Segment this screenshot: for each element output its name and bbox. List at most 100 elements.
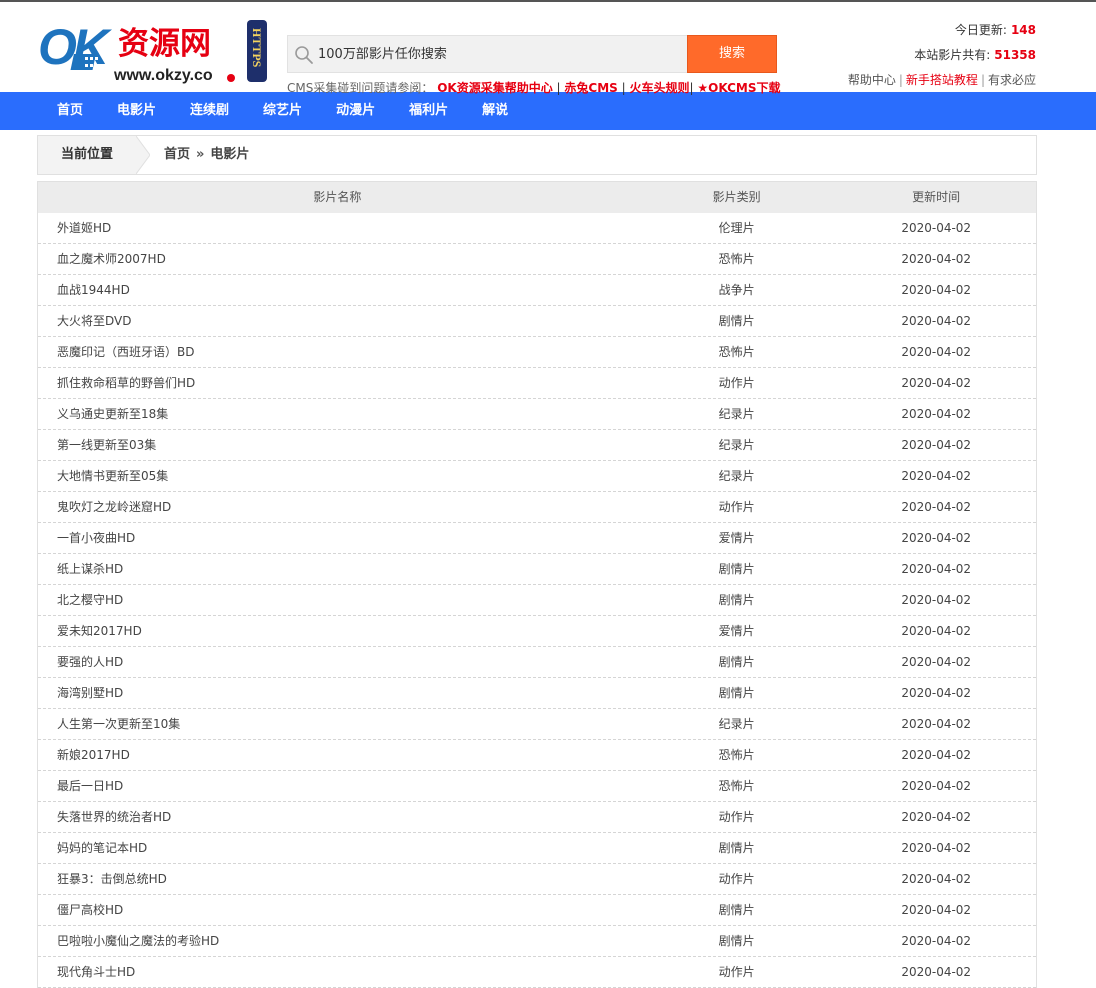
table-row[interactable]: 一首小夜曲HD 爱情片 2020-04-02 bbox=[38, 523, 1036, 554]
table-row[interactable]: 纸上谋杀HD 剧情片 2020-04-02 bbox=[38, 554, 1036, 585]
movie-title[interactable]: 血战1944HD bbox=[38, 275, 637, 305]
main-nav: 首页 电影片 连续剧 综艺片 动漫片 福利片 解说 bbox=[0, 92, 1096, 130]
movie-title[interactable]: 失落世界的统治者HD bbox=[38, 802, 637, 832]
movie-title[interactable]: 一首小夜曲HD bbox=[38, 523, 637, 553]
movie-update-time: 2020-04-02 bbox=[901, 593, 972, 607]
movie-update-time: 2020-04-02 bbox=[901, 841, 972, 855]
movie-table: 影片名称 影片类别 更新时间 外道姬HD 伦理片 2020-04-02 血之魔术师20… bbox=[37, 181, 1037, 988]
table-row[interactable]: 血之魔术师2007HD 恐怖片 2020-04-02 bbox=[38, 244, 1036, 275]
movie-title[interactable]: 大火将至DVD bbox=[38, 306, 637, 336]
beginner-tutorial-link[interactable]: 新手搭站教程 bbox=[906, 73, 978, 87]
movie-title[interactable]: 义乌通史更新至18集 bbox=[38, 399, 637, 429]
breadcrumb-label: 当前位置 bbox=[38, 136, 136, 174]
nav-item-home[interactable]: 首页 bbox=[40, 92, 100, 130]
table-row[interactable]: 人生第一次更新至10集 纪录片 2020-04-02 bbox=[38, 709, 1036, 740]
table-row[interactable]: 最后一日HD 恐怖片 2020-04-02 bbox=[38, 771, 1036, 802]
table-row[interactable]: 第一线更新至03集 纪录片 2020-04-02 bbox=[38, 430, 1036, 461]
cms-link-okcms-download[interactable]: ★OKCMS下载 bbox=[697, 81, 780, 95]
movie-title[interactable]: 爱未知2017HD bbox=[38, 616, 637, 646]
movie-category: 纪录片 bbox=[718, 717, 755, 731]
search-button[interactable]: 搜索 bbox=[687, 35, 777, 73]
nav-item-welfare[interactable]: 福利片 bbox=[392, 92, 465, 130]
breadcrumb-path: 首页 » 电影片 bbox=[164, 136, 249, 174]
movie-title[interactable]: 血之魔术师2007HD bbox=[38, 244, 637, 274]
movie-title[interactable]: 纸上谋杀HD bbox=[38, 554, 637, 584]
header-links: 帮助中心 | 新手搭站教程 | 有求必应 bbox=[848, 68, 1036, 93]
movie-title[interactable]: 现代角斗士HD bbox=[38, 957, 637, 987]
movie-title[interactable]: 第一线更新至03集 bbox=[38, 430, 637, 460]
table-row[interactable]: 鬼吹灯之龙岭迷窟HD 动作片 2020-04-02 bbox=[38, 492, 1036, 523]
movie-update-time: 2020-04-02 bbox=[901, 934, 972, 948]
movie-title[interactable]: 最后一日HD bbox=[38, 771, 637, 801]
table-row[interactable]: 妈妈的笔记本HD 剧情片 2020-04-02 bbox=[38, 833, 1036, 864]
nav-item-movies[interactable]: 电影片 bbox=[100, 92, 173, 130]
movie-update-time: 2020-04-02 bbox=[901, 562, 972, 576]
movie-update-time: 2020-04-02 bbox=[901, 686, 972, 700]
movie-title[interactable]: 要强的人HD bbox=[38, 647, 637, 677]
total-movies-stat: 本站影片共有: 51358 bbox=[848, 43, 1036, 68]
table-row[interactable]: 要强的人HD 剧情片 2020-04-02 bbox=[38, 647, 1036, 678]
cms-help-prefix: CMS采集碰到问题请参阅： bbox=[287, 81, 434, 95]
header-title: 影片名称 bbox=[313, 190, 362, 204]
table-row[interactable]: 北之樱守HD 剧情片 2020-04-02 bbox=[38, 585, 1036, 616]
nav-item-variety[interactable]: 综艺片 bbox=[246, 92, 319, 130]
requests-link[interactable]: 有求必应 bbox=[988, 73, 1036, 87]
movie-category: 爱情片 bbox=[718, 624, 755, 638]
movie-title[interactable]: 狂暴3：击倒总统HD bbox=[38, 864, 637, 894]
site-logo[interactable]: OK 资源网 www.okzy.co HTTPS bbox=[38, 16, 270, 86]
movie-title[interactable]: 北之樱守HD bbox=[38, 585, 637, 615]
movie-title[interactable]: 恶魔印记（西班牙语）BD bbox=[38, 337, 637, 367]
table-row[interactable]: 僵尸高校HD 剧情片 2020-04-02 bbox=[38, 895, 1036, 926]
nav-item-anime[interactable]: 动漫片 bbox=[319, 92, 392, 130]
table-row[interactable]: 现代角斗士HD 动作片 2020-04-02 bbox=[38, 957, 1036, 988]
movie-title[interactable]: 人生第一次更新至10集 bbox=[38, 709, 637, 739]
today-update-count: 148 bbox=[1010, 23, 1036, 37]
table-row[interactable]: 狂暴3：击倒总统HD 动作片 2020-04-02 bbox=[38, 864, 1036, 895]
movie-category: 动作片 bbox=[718, 376, 755, 390]
movie-title[interactable]: 抓住救命稻草的野兽们HD bbox=[38, 368, 637, 398]
breadcrumb-separator: » bbox=[196, 147, 205, 162]
table-row[interactable]: 血战1944HD 战争片 2020-04-02 bbox=[38, 275, 1036, 306]
help-center-link[interactable]: 帮助中心 bbox=[848, 73, 896, 87]
table-row[interactable]: 外道姬HD 伦理片 2020-04-02 bbox=[38, 213, 1036, 244]
nav-item-commentary[interactable]: 解说 bbox=[465, 92, 525, 130]
table-row[interactable]: 抓住救命稻草的野兽们HD 动作片 2020-04-02 bbox=[38, 368, 1036, 399]
movie-update-time: 2020-04-02 bbox=[901, 872, 972, 886]
movie-update-time: 2020-04-02 bbox=[901, 469, 972, 483]
movie-title[interactable]: 新娘2017HD bbox=[38, 740, 637, 770]
header-category: 影片类别 bbox=[712, 190, 761, 204]
movie-update-time: 2020-04-02 bbox=[901, 376, 972, 390]
table-row[interactable]: 海湾别墅HD 剧情片 2020-04-02 bbox=[38, 678, 1036, 709]
movie-update-time: 2020-04-02 bbox=[901, 252, 972, 266]
movie-title[interactable]: 妈妈的笔记本HD bbox=[38, 833, 637, 863]
movie-update-time: 2020-04-02 bbox=[901, 438, 972, 452]
search-input[interactable] bbox=[318, 36, 678, 72]
movie-title[interactable]: 巴啦啦小魔仙之魔法的考验HD bbox=[38, 926, 637, 956]
site-stats: 今日更新: 148 本站影片共有: 51358 帮助中心 | 新手搭站教程 | 有求必应 bbox=[848, 18, 1036, 93]
movie-title[interactable]: 僵尸高校HD bbox=[38, 895, 637, 925]
cms-link-help-center[interactable]: OK资源采集帮助中心 bbox=[437, 81, 553, 95]
table-row[interactable]: 大地情书更新至05集 纪录片 2020-04-02 bbox=[38, 461, 1036, 492]
search-icon bbox=[295, 46, 313, 64]
table-row[interactable]: 失落世界的统治者HD 动作片 2020-04-02 bbox=[38, 802, 1036, 833]
movie-category: 爱情片 bbox=[718, 531, 755, 545]
breadcrumb-home-link[interactable]: 首页 bbox=[164, 147, 190, 162]
nav-item-series[interactable]: 连续剧 bbox=[173, 92, 246, 130]
table-row[interactable]: 义乌通史更新至18集 纪录片 2020-04-02 bbox=[38, 399, 1036, 430]
table-row[interactable]: 恶魔印记（西班牙语）BD 恐怖片 2020-04-02 bbox=[38, 337, 1036, 368]
header-link-separator: | bbox=[898, 73, 903, 87]
movie-title[interactable]: 鬼吹灯之龙岭迷窟HD bbox=[38, 492, 637, 522]
table-row[interactable]: 新娘2017HD 恐怖片 2020-04-02 bbox=[38, 740, 1036, 771]
cms-link-separator: | bbox=[621, 81, 626, 95]
movie-title[interactable]: 海湾别墅HD bbox=[38, 678, 637, 708]
table-row[interactable]: 大火将至DVD 剧情片 2020-04-02 bbox=[38, 306, 1036, 337]
movie-title[interactable]: 大地情书更新至05集 bbox=[38, 461, 637, 491]
cms-link-chitu[interactable]: 赤兔CMS bbox=[564, 81, 617, 95]
movie-title[interactable]: 外道姬HD bbox=[38, 213, 637, 243]
movie-update-time: 2020-04-02 bbox=[901, 624, 972, 638]
movie-category: 剧情片 bbox=[718, 903, 755, 917]
table-row[interactable]: 爱未知2017HD 爱情片 2020-04-02 bbox=[38, 616, 1036, 647]
cms-link-huochetou[interactable]: 火车头规则 bbox=[630, 81, 690, 95]
logo-domain-text: www.okzy.co bbox=[113, 67, 213, 84]
table-row[interactable]: 巴啦啦小魔仙之魔法的考验HD 剧情片 2020-04-02 bbox=[38, 926, 1036, 957]
